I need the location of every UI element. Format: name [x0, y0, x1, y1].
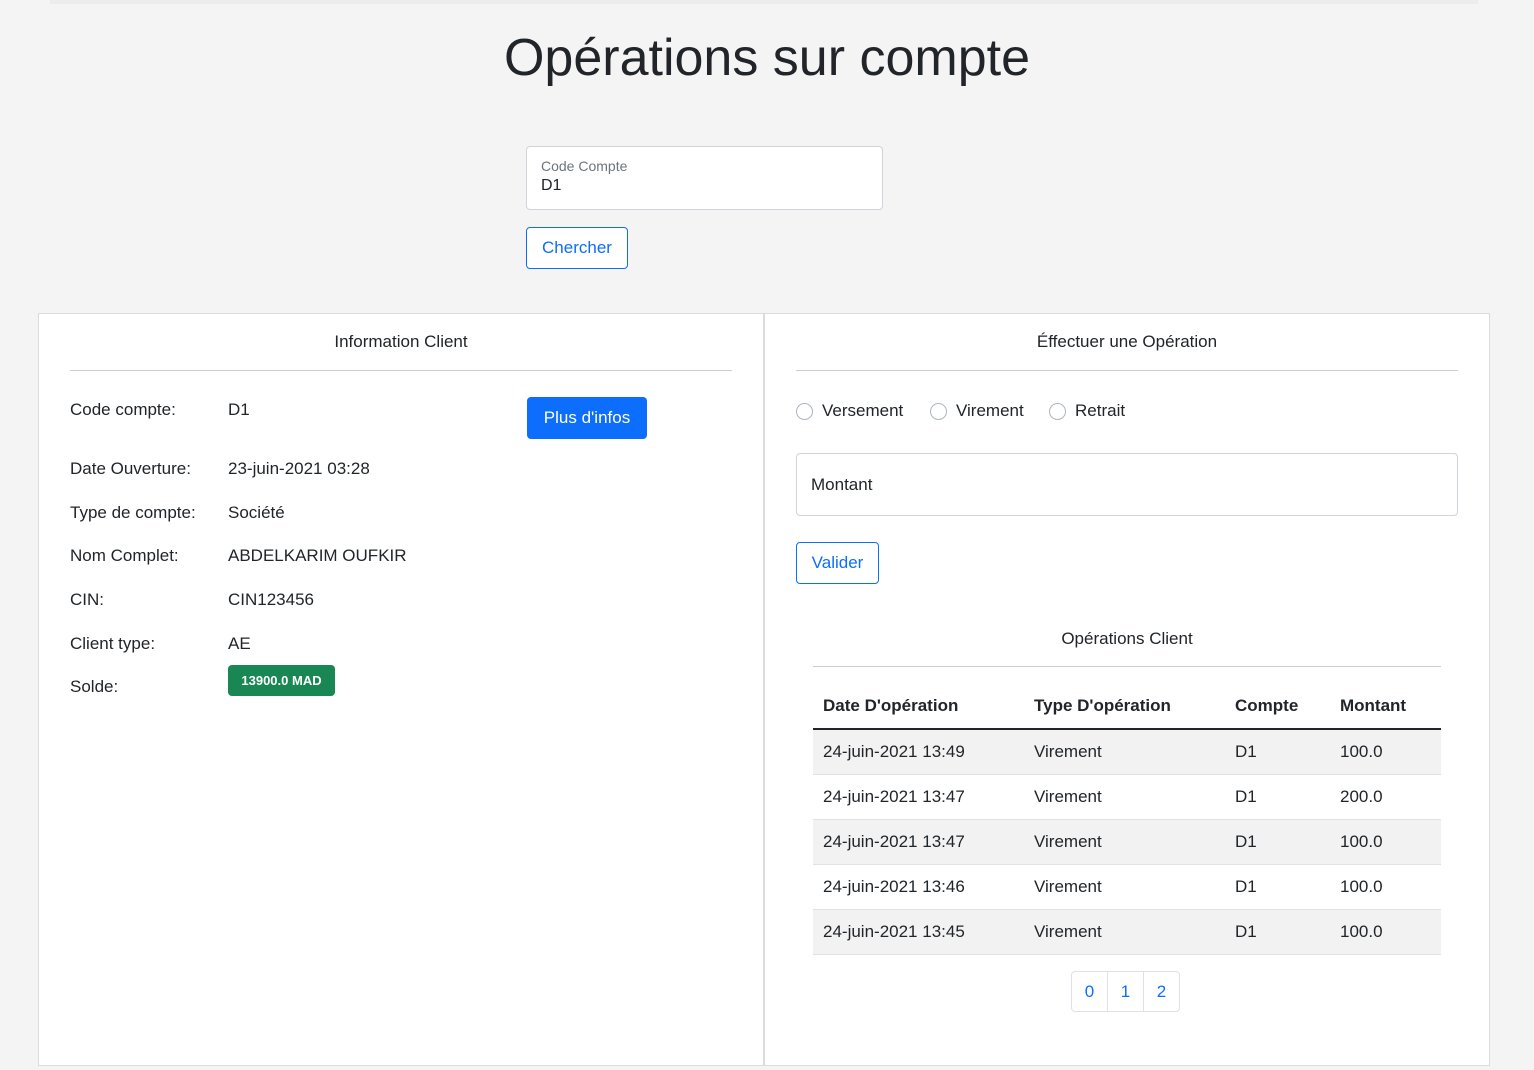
- table-row: 24-juin-2021 13:45 Virement D1 100.0: [813, 909, 1441, 955]
- top-strip: [50, 0, 1478, 4]
- info-value: CIN123456: [228, 590, 315, 609]
- table-cell: 24-juin-2021 13:46: [813, 864, 1024, 910]
- info-value: AE: [228, 634, 251, 653]
- radio-circle-icon[interactable]: [796, 402, 813, 420]
- table-cell: 24-juin-2021 13:45: [813, 909, 1024, 955]
- operations-history-title: Opérations Client: [1061, 629, 1193, 648]
- table-cell: D1: [1225, 774, 1330, 820]
- divider: [70, 370, 732, 371]
- table-cell: Virement: [1024, 909, 1225, 955]
- table-cell: D1: [1225, 729, 1330, 775]
- table-cell: 100.0: [1330, 909, 1441, 955]
- table-header-row: Date D'opération Type D'opération Compte…: [813, 684, 1441, 730]
- code-compte-input[interactable]: [541, 177, 868, 195]
- info-value: Société: [228, 503, 285, 522]
- divider: [796, 370, 1458, 371]
- info-label: Solde:: [70, 677, 119, 696]
- info-value: ABDELKARIM OUFKIR: [228, 546, 407, 565]
- column-header: Compte: [1225, 684, 1330, 730]
- table-cell: Virement: [1024, 864, 1225, 910]
- table-cell: 24-juin-2021 13:47: [813, 774, 1024, 820]
- client-info-title: Information Client: [334, 332, 468, 351]
- table-cell: D1: [1225, 909, 1330, 955]
- info-label: Nom Complet:: [70, 546, 179, 565]
- table-row: 24-juin-2021 13:47 Virement D1 200.0: [813, 774, 1441, 820]
- column-header: Montant: [1330, 684, 1441, 730]
- page-title: Opérations sur compte: [503, 29, 1031, 87]
- column-header: Date D'opération: [813, 684, 1024, 730]
- page-link-2[interactable]: 2: [1143, 971, 1180, 1012]
- info-label: Date Ouverture:: [70, 459, 191, 478]
- table-cell: 24-juin-2021 13:47: [813, 819, 1024, 865]
- radio-virement[interactable]: Virement: [930, 401, 1024, 421]
- radio-circle-icon[interactable]: [1049, 402, 1066, 420]
- page-link-1[interactable]: 1: [1107, 971, 1144, 1012]
- client-info-panel: Information Client Code compte: D1 Plus …: [38, 313, 764, 1066]
- info-label: Client type:: [70, 634, 156, 653]
- info-value: 23-juin-2021 03:28: [228, 459, 370, 478]
- table-cell: 200.0: [1330, 774, 1441, 820]
- solde-badge: 13900.0 MAD: [228, 665, 335, 696]
- radio-label: Retrait: [1075, 401, 1126, 420]
- radio-label: Versement: [822, 401, 904, 420]
- table-cell: D1: [1225, 864, 1330, 910]
- radio-label: Virement: [956, 401, 1024, 420]
- radio-versement[interactable]: Versement: [796, 401, 903, 421]
- radio-circle-icon[interactable]: [930, 402, 947, 420]
- table-row: 24-juin-2021 13:47 Virement D1 100.0: [813, 819, 1441, 865]
- table-cell: D1: [1225, 819, 1330, 865]
- table-cell: 100.0: [1330, 819, 1441, 865]
- info-label: CIN:: [70, 590, 104, 609]
- amount-input[interactable]: [796, 453, 1458, 516]
- column-header: Type D'opération: [1024, 684, 1225, 730]
- table-cell: Virement: [1024, 729, 1225, 775]
- table-cell: Virement: [1024, 819, 1225, 865]
- code-compte-field[interactable]: Code Compte: [526, 146, 883, 210]
- table-cell: 100.0: [1330, 729, 1441, 775]
- table-cell: Virement: [1024, 774, 1225, 820]
- info-value: D1: [228, 400, 250, 419]
- submit-button[interactable]: Valider: [796, 542, 879, 584]
- operation-panel: Éffectuer une Opération Versement Vireme…: [764, 313, 1490, 1066]
- radio-retrait[interactable]: Retrait: [1049, 401, 1125, 421]
- table-cell: 24-juin-2021 13:49: [813, 729, 1024, 775]
- table-cell: 100.0: [1330, 864, 1441, 910]
- more-info-button[interactable]: Plus d'infos: [527, 397, 647, 439]
- divider: [813, 666, 1441, 667]
- info-label: Code compte:: [70, 400, 176, 419]
- operation-title: Éffectuer une Opération: [1036, 332, 1218, 351]
- page-link-0[interactable]: 0: [1071, 971, 1108, 1012]
- table-row: 24-juin-2021 13:49 Virement D1 100.0: [813, 729, 1441, 775]
- operations-table: Date D'opération Type D'opération Compte…: [813, 684, 1441, 955]
- pagination: 0 1 2: [1071, 971, 1180, 1012]
- search-button[interactable]: Chercher: [526, 227, 628, 269]
- table-row: 24-juin-2021 13:46 Virement D1 100.0: [813, 864, 1441, 910]
- code-compte-label: Code Compte: [541, 158, 628, 174]
- info-label: Type de compte:: [70, 503, 196, 522]
